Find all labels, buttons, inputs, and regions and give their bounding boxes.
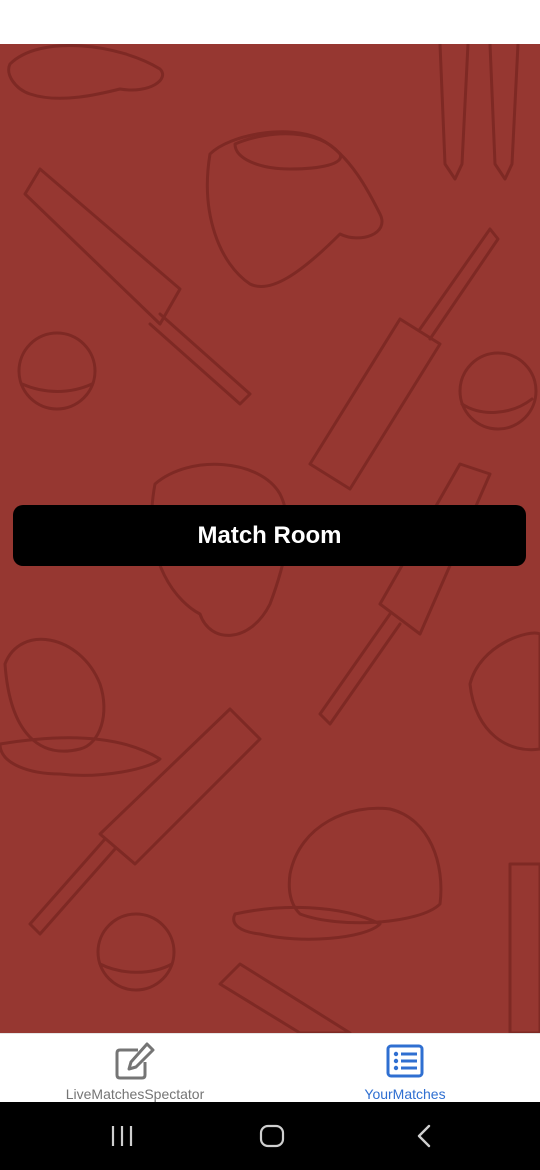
tab-label-your-matches: YourMatches <box>364 1086 446 1102</box>
tab-your-matches[interactable]: YourMatches <box>270 1034 540 1103</box>
tab-label-live-matches-spectator: LiveMatchesSpectator <box>65 1086 205 1102</box>
bottom-tab-bar: LiveMatchesSpectator YourMatches <box>0 1033 540 1102</box>
home-icon[interactable] <box>252 1116 292 1156</box>
main-content: Match Room <box>0 44 540 1033</box>
tab-live-matches-spectator[interactable]: LiveMatchesSpectator <box>0 1034 270 1103</box>
status-bar <box>0 0 540 44</box>
system-navigation-bar <box>0 1102 540 1170</box>
recent-apps-icon[interactable] <box>102 1116 142 1156</box>
list-icon <box>384 1040 426 1082</box>
edit-icon <box>114 1040 156 1082</box>
match-room-button[interactable]: Match Room <box>13 505 526 566</box>
back-icon[interactable] <box>404 1116 444 1156</box>
